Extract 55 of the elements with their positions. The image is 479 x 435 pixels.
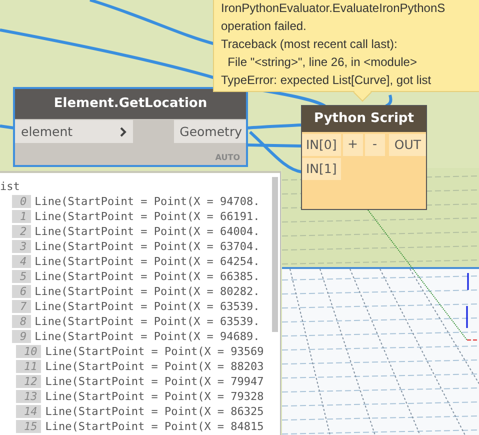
list-item-value: Line(StartPoint = Point(X = 63539. — [34, 315, 260, 328]
list-item-value: Line(StartPoint = Point(X = 94689. — [34, 330, 260, 343]
index-label: 2 — [12, 225, 31, 238]
output-port[interactable]: Geometry — [174, 120, 246, 143]
index-label: 8 — [12, 315, 31, 328]
index-label: 14 — [16, 405, 42, 418]
index-label: 12 — [16, 375, 42, 388]
error-message-line: IronPythonEvaluator.EvaluateIronPythonS — [221, 0, 446, 17]
index-label: 5 — [12, 270, 31, 283]
error-message-line: File "<string>", line 26, in <module> — [226, 54, 418, 71]
index-label: 10 — [16, 345, 42, 358]
index-label: 4 — [12, 255, 31, 268]
index-label: 3 — [12, 240, 31, 253]
list-item-value: Line(StartPoint = Point(X = 88203 — [45, 360, 264, 373]
index-label: 15 — [16, 420, 42, 433]
lacing-label: AUTO — [214, 153, 241, 164]
list-item-value: Line(StartPoint = Point(X = 79947 — [45, 375, 264, 388]
list-item-value: Line(StartPoint = Point(X = 64004. — [34, 225, 260, 238]
chevron-icon — [120, 126, 127, 136]
index-label: 1 — [12, 210, 31, 223]
error-message-line: TypeError: expected List[Curve], got list — [221, 72, 432, 89]
remove-input-button[interactable]: - — [364, 134, 385, 156]
add-input-button[interactable]: + — [342, 134, 363, 156]
node-card[interactable]: Python Script IN[0] IN[1] + - OUT — [301, 105, 427, 210]
wire — [0, 124, 14, 130]
list-item-value: Line(StartPoint = Point(X = 64254. — [34, 255, 260, 268]
node-card[interactable]: Element.GetLocation element Geometry AUTO — [13, 87, 248, 167]
wire — [385, 94, 392, 108]
list-item-value: Line(StartPoint = Point(X = 84815 — [45, 420, 264, 433]
list-item-value: Line(StartPoint = Point(X = 63704. — [34, 240, 260, 253]
list-item-value: Line(StartPoint = Point(X = 86325 — [45, 405, 264, 418]
list-label: ist — [0, 179, 21, 194]
list-item-value: Line(StartPoint = Point(X = 66385. — [34, 270, 260, 283]
input-port[interactable]: IN[1] — [302, 158, 341, 180]
error-message-line: operation failed. — [221, 18, 308, 35]
input-port[interactable]: IN[0] — [302, 134, 341, 156]
list-item-value: Line(StartPoint = Point(X = 63539. — [34, 300, 260, 313]
index-label: 13 — [16, 390, 42, 403]
index-label: 7 — [12, 300, 31, 313]
list-item-value: Line(StartPoint = Point(X = 93569 — [45, 345, 264, 358]
node-title: Element.GetLocation — [15, 89, 246, 119]
list-item-value: Line(StartPoint = Point(X = 94708. — [34, 195, 260, 208]
list-item-value: Line(StartPoint = Point(X = 80282. — [34, 285, 260, 298]
index-label: 9 — [12, 330, 31, 343]
error-message-line: Traceback (most recent call last): — [221, 36, 398, 53]
list-item-value: Line(StartPoint = Point(X = 66191. — [34, 210, 260, 223]
output-port[interactable]: OUT — [389, 134, 426, 156]
port-label: element — [21, 124, 73, 139]
node-title: Python Script — [302, 106, 426, 132]
input-port[interactable]: element — [15, 120, 133, 143]
index-label: 11 — [16, 360, 42, 373]
index-label: 0 — [12, 195, 31, 208]
index-label: 6 — [12, 285, 31, 298]
scrollbar[interactable] — [272, 177, 278, 332]
list-item-value: Line(StartPoint = Point(X = 79328 — [45, 390, 264, 403]
